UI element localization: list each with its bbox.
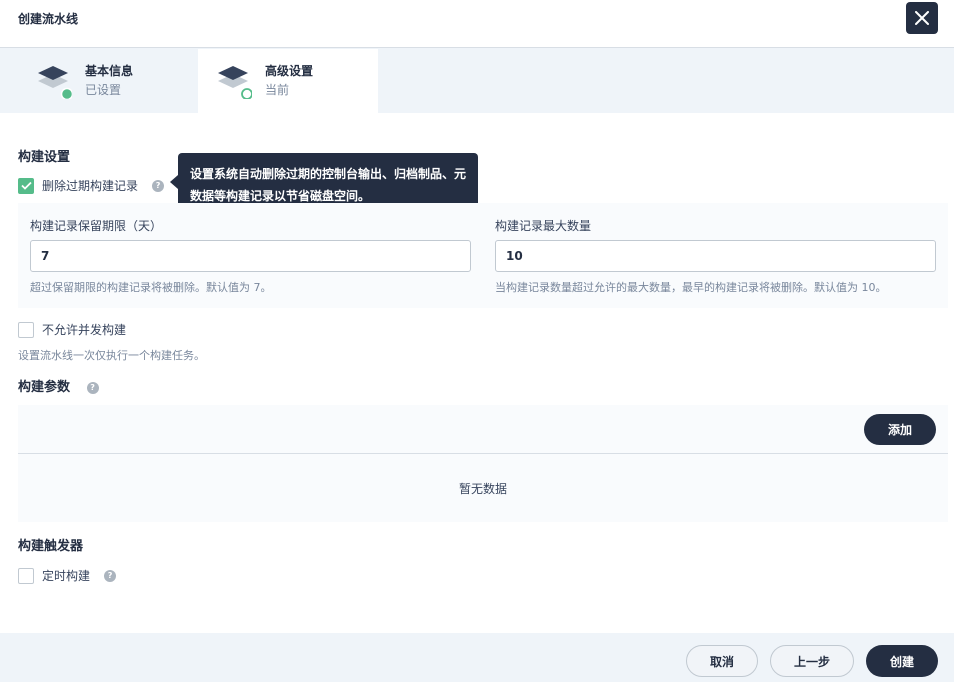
retention-days-label: 构建记录保留期限（天） <box>30 219 163 233</box>
retention-days-input[interactable]: 7 <box>30 240 471 272</box>
max-records-input[interactable]: 10 <box>495 240 936 272</box>
scheduled-build-option[interactable]: 定时构建 ? <box>18 567 117 584</box>
scheduled-build-checkbox[interactable] <box>18 567 34 584</box>
add-param-button[interactable]: 添加 <box>864 414 936 445</box>
dialog-footer: 取消 上一步 创建 <box>0 633 954 682</box>
no-concurrent-builds-checkbox[interactable] <box>18 321 34 338</box>
build-params-table: 添加 暂无数据 <box>18 405 948 522</box>
scheduled-build-label: 定时构建 <box>42 569 91 583</box>
layers-icon <box>218 66 252 99</box>
tab-advanced-settings[interactable]: 高级设置 当前 <box>198 49 378 113</box>
layers-icon <box>38 66 72 99</box>
help-icon[interactable]: ? <box>86 381 99 394</box>
dialog-title: 创建流水线 <box>18 12 79 26</box>
create-button[interactable]: 创建 <box>866 645 938 677</box>
dialog-header: 创建流水线 <box>0 0 954 48</box>
form-content: 构建设置 删除过期构建记录 ? 设置系统自动删除过期的控制台输出、归档制品、元数… <box>0 113 954 633</box>
section-title-build-params: 构建参数 ? <box>18 376 99 395</box>
retention-settings-panel: 构建记录保留期限（天） 7 超过保留期限的构建记录将被删除。默认值为 7。 构建… <box>18 203 948 308</box>
help-icon[interactable]: ? <box>104 569 117 582</box>
tab-advanced-status: 当前 <box>265 83 290 97</box>
help-icon[interactable]: ? <box>152 179 165 192</box>
tab-advanced-title: 高级设置 <box>265 64 314 78</box>
close-icon <box>915 11 929 25</box>
step-tabs: 基本信息 已设置 高级设置 当前 <box>0 49 954 113</box>
section-title-build-triggers: 构建触发器 <box>18 539 84 554</box>
tab-basic-info-title: 基本信息 <box>85 64 134 78</box>
empty-state-text: 暂无数据 <box>458 482 507 496</box>
no-concurrent-desc: 设置流水线一次仅执行一个构建任务。 <box>18 349 205 362</box>
tab-basic-info-status: 已设置 <box>85 83 122 97</box>
discard-old-builds-label: 删除过期构建记录 <box>42 179 139 193</box>
max-records-label: 构建记录最大数量 <box>495 219 592 233</box>
checkmark-icon <box>20 181 32 190</box>
section-title-build-settings: 构建设置 <box>18 150 71 165</box>
discard-old-builds-checkbox[interactable] <box>18 177 34 194</box>
max-records-desc: 当构建记录数量超过允许的最大数量，最早的构建记录将被删除。默认值为 10。 <box>495 281 887 294</box>
close-button[interactable] <box>906 2 938 34</box>
divider <box>18 453 948 454</box>
retention-days-desc: 超过保留期限的构建记录将被删除。默认值为 7。 <box>30 281 272 294</box>
tab-basic-info[interactable]: 基本信息 已设置 <box>0 49 180 113</box>
discard-old-builds-option[interactable]: 删除过期构建记录 ? <box>18 177 165 194</box>
no-concurrent-builds-label: 不允许并发构建 <box>42 323 127 337</box>
no-concurrent-builds-option[interactable]: 不允许并发构建 <box>18 321 126 338</box>
build-params-title-text: 构建参数 <box>18 380 71 395</box>
previous-step-button[interactable]: 上一步 <box>770 645 854 677</box>
cancel-button[interactable]: 取消 <box>686 645 758 677</box>
